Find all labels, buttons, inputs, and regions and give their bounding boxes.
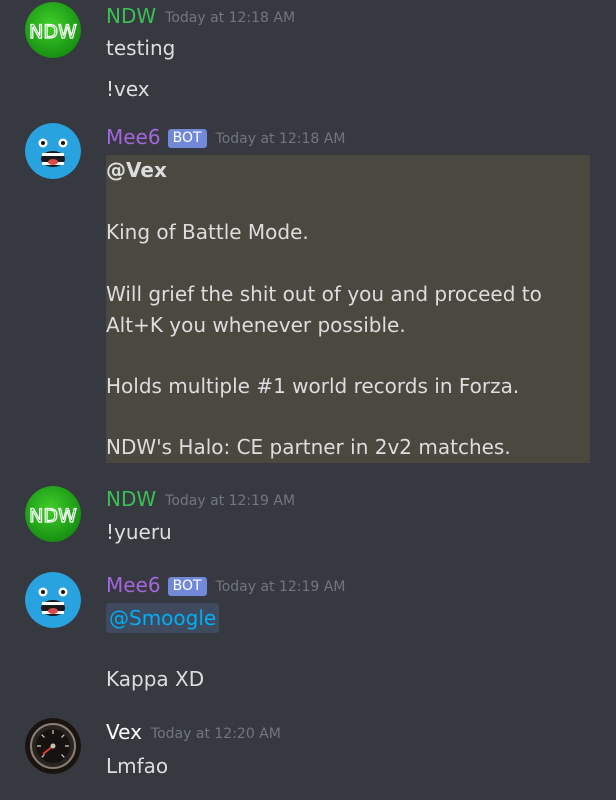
message-text: !vex (106, 77, 150, 101)
username-ndw[interactable]: NDW (106, 4, 156, 28)
message-text: Alt+K you whenever possible. (106, 313, 406, 337)
message-text: !yueru (106, 520, 172, 544)
avatar-mee6[interactable] (25, 123, 81, 179)
message-highlight-block: @Vex King of Battle Mode. Will grief the… (106, 155, 590, 463)
message-header: Mee6 BOT Today at 12:18 AM (106, 125, 346, 149)
avatar-mee6[interactable] (25, 572, 81, 628)
mention-vex[interactable]: @Vex (106, 160, 167, 180)
bot-tag: BOT (167, 129, 207, 149)
timestamp: Today at 12:20 AM (150, 726, 281, 742)
avatar-ndw-text: NDW (29, 21, 77, 43)
message-text: Will grief the shit out of you and proce… (106, 282, 542, 306)
chat-message-list: NDW NDW Today at 12:18 AM testing !vex M… (0, 0, 616, 800)
avatar-vex[interactable] (25, 718, 81, 774)
avatar-ndw[interactable]: NDW (25, 486, 81, 542)
message-text: King of Battle Mode. (106, 220, 309, 244)
timestamp: Today at 12:18 AM (165, 10, 296, 26)
message-header: NDW Today at 12:19 AM (106, 489, 295, 509)
username-mee6[interactable]: Mee6 (106, 125, 161, 149)
timestamp: Today at 12:19 AM (215, 579, 346, 595)
message-header: NDW Today at 12:18 AM (106, 6, 295, 26)
bot-tag: BOT (167, 577, 207, 597)
username-vex[interactable]: Vex (106, 720, 142, 744)
mention-smoogle[interactable]: @Smoogle (106, 603, 220, 633)
message-text: Kappa XD (106, 667, 205, 691)
avatar-ndw[interactable]: NDW (25, 2, 81, 58)
timestamp: Today at 12:18 AM (215, 131, 346, 147)
username-ndw[interactable]: NDW (106, 487, 156, 511)
avatar-ndw-text: NDW (29, 505, 77, 527)
username-mee6[interactable]: Mee6 (106, 573, 161, 597)
message-text: Lmfao (106, 754, 169, 778)
message-header: Mee6 BOT Today at 12:19 AM (106, 573, 346, 597)
message-text: testing (106, 36, 176, 60)
timestamp: Today at 12:19 AM (165, 493, 296, 509)
message-text: Holds multiple #1 world records in Forza… (106, 374, 520, 398)
message-text: NDW's Halo: CE partner in 2v2 matches. (106, 435, 511, 459)
message-header: Vex Today at 12:20 AM (106, 722, 281, 742)
